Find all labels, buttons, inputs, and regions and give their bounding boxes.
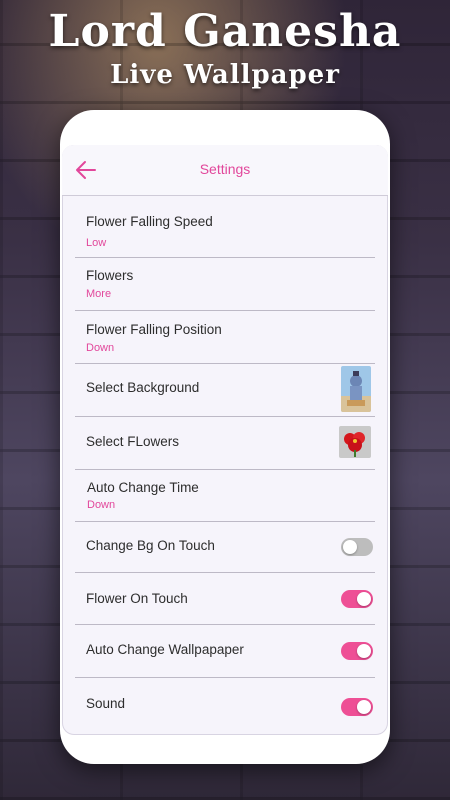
setting-label: Select FLowers bbox=[86, 434, 180, 449]
setting-flower-on-touch[interactable]: Flower On Touch bbox=[75, 573, 375, 625]
setting-label: Auto Change Time bbox=[87, 480, 199, 495]
setting-auto-change-time[interactable]: Auto Change Time Down bbox=[75, 470, 375, 522]
setting-label: Flower Falling Position bbox=[86, 322, 222, 337]
setting-flower-falling-position[interactable]: Flower Falling Position Down bbox=[75, 311, 375, 364]
setting-sound[interactable]: Sound bbox=[75, 678, 375, 735]
setting-value: More bbox=[86, 288, 112, 300]
promo-subtitle: Live Wallpaper bbox=[110, 60, 340, 90]
toggle-knob bbox=[343, 540, 357, 554]
setting-flower-falling-speed[interactable]: Flower Falling Speed Low bbox=[75, 196, 375, 258]
toggle-knob bbox=[357, 700, 371, 714]
setting-label: Flower On Touch bbox=[86, 591, 188, 606]
setting-change-bg-on-touch[interactable]: Change Bg On Touch bbox=[75, 522, 375, 573]
flower-on-touch-toggle[interactable] bbox=[341, 590, 373, 608]
setting-flowers[interactable]: Flowers More bbox=[75, 258, 375, 311]
setting-label: Flower Falling Speed bbox=[86, 214, 213, 229]
setting-select-background[interactable]: Select Background bbox=[75, 364, 375, 417]
setting-label: Auto Change Wallpapaper bbox=[86, 642, 244, 657]
setting-value: Down bbox=[87, 499, 116, 511]
shiva-image-icon[interactable] bbox=[341, 366, 371, 412]
app-bar: Settings bbox=[62, 145, 388, 196]
toggle-knob bbox=[357, 644, 371, 658]
settings-screen: Settings Flower Falling Speed Low Flower… bbox=[62, 145, 388, 735]
setting-label: Flowers bbox=[86, 268, 134, 283]
change-bg-toggle[interactable] bbox=[341, 538, 373, 556]
red-flower-icon[interactable] bbox=[339, 426, 371, 458]
setting-select-flowers[interactable]: Select FLowers bbox=[75, 417, 375, 470]
setting-auto-change-wallpaper[interactable]: Auto Change Wallpapaper bbox=[75, 625, 375, 678]
setting-label: Sound bbox=[86, 696, 126, 711]
auto-change-wallpaper-toggle[interactable] bbox=[341, 642, 373, 660]
setting-value: Down bbox=[86, 342, 115, 354]
setting-label: Select Background bbox=[86, 380, 200, 395]
setting-label: Change Bg On Touch bbox=[86, 538, 215, 553]
promo-title: Lord Ganesha bbox=[48, 6, 402, 57]
sound-toggle[interactable] bbox=[341, 698, 373, 716]
setting-value: Low bbox=[86, 237, 107, 249]
page-title: Settings bbox=[199, 161, 251, 177]
toggle-knob bbox=[357, 592, 371, 606]
